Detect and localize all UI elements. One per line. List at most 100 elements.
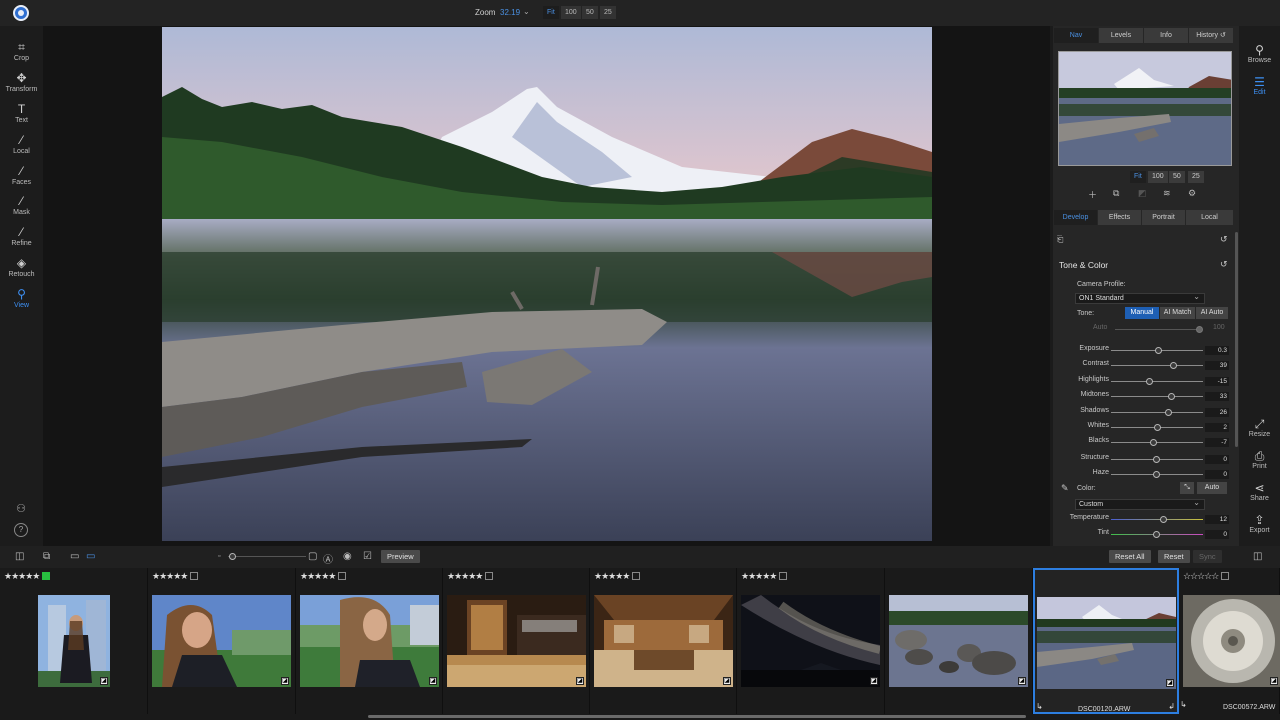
slider-knob[interactable] [1153, 456, 1160, 463]
slider-knob[interactable] [1165, 409, 1172, 416]
slider-whites[interactable]: Whites 2 [1053, 422, 1239, 434]
tone-manual-button[interactable]: Manual [1125, 307, 1159, 319]
gear-icon[interactable]: ⚙ [1188, 188, 1196, 199]
color-label-box[interactable] [1221, 572, 1230, 580]
auto-track[interactable] [1115, 329, 1201, 330]
color-label-green[interactable] [42, 572, 51, 580]
tool-view[interactable]: ⚲ View [0, 287, 43, 309]
panel-scrollbar[interactable] [1235, 232, 1238, 447]
color-picker-icon[interactable]: ⤡ [1180, 482, 1194, 494]
slider-knob[interactable] [1146, 378, 1153, 385]
tool-local[interactable]: ⁄ Local [0, 133, 43, 155]
rotate-left-icon[interactable]: ↳ [1036, 702, 1043, 711]
thumbnail-bar-interior[interactable]: ◪ [447, 595, 586, 687]
slider-tint[interactable]: Tint 0 [1053, 529, 1239, 541]
filmstrip-scrollbar[interactable] [368, 715, 1026, 718]
navigator-thumbnail[interactable] [1058, 51, 1232, 166]
filmstrip-item[interactable]: ★★★★★ ◪ [0, 568, 148, 714]
filmstrip-item[interactable]: ★★★★★ ◪ [148, 568, 296, 714]
slider-track[interactable] [1111, 519, 1203, 520]
filmstrip-item[interactable]: ◪ [885, 568, 1033, 714]
thumb-size-knob[interactable] [229, 553, 236, 560]
slider-exposure[interactable]: Exposure 0.3 [1053, 345, 1239, 357]
slider-value[interactable]: 12 [1205, 515, 1229, 524]
slider-value[interactable]: -7 [1205, 438, 1229, 447]
tab-develop[interactable]: Develop [1054, 210, 1097, 225]
tab-nav[interactable]: Nav [1054, 28, 1098, 43]
module-edit[interactable]: ☰ Edit [1239, 75, 1280, 96]
tool-faces[interactable]: ⁄ Faces [0, 164, 43, 186]
mask-view-icon[interactable]: ◩ [1138, 188, 1147, 199]
module-resize[interactable]: ⤢ Resize [1239, 417, 1280, 438]
tab-history[interactable]: History ↺ [1189, 28, 1233, 43]
panel-toggle-icon[interactable]: ◫ [15, 551, 24, 562]
slider-value[interactable]: -15 [1205, 377, 1229, 386]
sync-button[interactable]: Sync [1193, 550, 1222, 563]
star-rating[interactable]: ★★★★★ [300, 571, 347, 582]
zoom-fit-button[interactable]: Fit [543, 6, 559, 19]
zoom-50-button[interactable]: 50 [582, 6, 598, 19]
thumbnail-lake-rocks[interactable]: ◪ [889, 595, 1028, 687]
thumbnail-portrait-park[interactable]: ◪ [152, 595, 291, 687]
thumbnail-dandelion[interactable]: ◪ [1183, 595, 1280, 687]
slider-knob[interactable] [1153, 531, 1160, 538]
slider-value[interactable]: 0.3 [1205, 346, 1229, 355]
slider-value[interactable]: 0 [1205, 530, 1229, 539]
tab-local[interactable]: Local [1186, 210, 1233, 225]
thumbnail-lake-mountain[interactable]: ◪ [1037, 597, 1176, 689]
layers-icon[interactable]: ≋ [1163, 188, 1171, 199]
nav-zoom-50[interactable]: 50 [1169, 171, 1185, 183]
star-rating[interactable]: ★★★★★ [152, 571, 199, 582]
preview-button[interactable]: Preview [381, 550, 420, 563]
zoom-25-button[interactable]: 25 [600, 6, 616, 19]
filmstrip-item[interactable]: ★★★★★ ◪ [296, 568, 443, 714]
tab-portrait[interactable]: Portrait [1142, 210, 1185, 225]
tool-retouch[interactable]: ◈ Retouch [0, 256, 43, 278]
thumbnail-portrait-park-side[interactable]: ◪ [300, 595, 439, 687]
slider-knob[interactable] [1168, 393, 1175, 400]
reset-panel-icon[interactable]: ↺ [1220, 234, 1228, 245]
thumbnail-restaurant-interior[interactable]: ◪ [594, 595, 733, 687]
filmstrip-item[interactable]: ★★★★★ ◪ [590, 568, 737, 714]
slider-structure[interactable]: Structure 0 [1053, 454, 1239, 466]
slider-knob[interactable] [1155, 347, 1162, 354]
rotate-right-icon[interactable]: ↲ [1168, 702, 1175, 711]
color-preset-select[interactable]: Custom [1075, 498, 1205, 510]
color-label-box[interactable] [338, 572, 347, 580]
chevron-down-icon[interactable]: ⌄ [523, 7, 530, 16]
module-export[interactable]: ⇪ Export [1239, 513, 1280, 534]
check-overlay-icon[interactable]: ☑ [363, 551, 372, 562]
eyedropper-icon[interactable]: ✎ [1061, 483, 1069, 494]
tool-text[interactable]: T Text [0, 102, 43, 124]
slider-knob[interactable] [1160, 516, 1167, 523]
reset-section-icon[interactable]: ↺ [1220, 259, 1228, 270]
star-rating[interactable]: ★★★★★ [447, 571, 494, 582]
thumbnail-milky-way[interactable]: ◪ [741, 595, 880, 687]
slider-temperature[interactable]: Temperature 12 [1053, 514, 1239, 526]
tool-transform[interactable]: ✥ Transform [0, 71, 43, 93]
slider-contrast[interactable]: Contrast 39 [1053, 360, 1239, 372]
slider-highlights[interactable]: Highlights -15 [1053, 376, 1239, 388]
color-label-box[interactable] [779, 572, 788, 580]
right-panel-toggle-icon[interactable]: ◫ [1253, 551, 1262, 562]
zoom-100-button[interactable]: 100 [561, 6, 581, 19]
module-browse[interactable]: ⚲ Browse [1239, 43, 1280, 64]
tab-info[interactable]: Info [1144, 28, 1188, 43]
tab-levels[interactable]: Levels [1099, 28, 1143, 43]
main-photo[interactable] [162, 27, 932, 541]
slider-track[interactable] [1111, 412, 1203, 413]
circle-overlay-icon[interactable]: ◉ [343, 551, 352, 562]
reset-all-button[interactable]: Reset All [1109, 550, 1151, 563]
image-canvas[interactable] [43, 26, 1050, 546]
tab-effects[interactable]: Effects [1098, 210, 1141, 225]
tool-crop[interactable]: ⌗ Crop [0, 40, 43, 62]
thumb-size-slider[interactable] [228, 556, 306, 557]
slider-value[interactable]: 33 [1205, 392, 1229, 401]
compare-icon[interactable]: ⧉ [43, 551, 50, 562]
single-view-icon[interactable]: ▭ [70, 551, 79, 562]
slider-midtones[interactable]: Midtones 33 [1053, 391, 1239, 403]
star-rating[interactable]: ★★★★★ [594, 571, 641, 582]
slider-haze[interactable]: Haze 0 [1053, 469, 1239, 481]
nav-zoom-25[interactable]: 25 [1188, 171, 1204, 183]
slider-shadows[interactable]: Shadows 26 [1053, 407, 1239, 419]
